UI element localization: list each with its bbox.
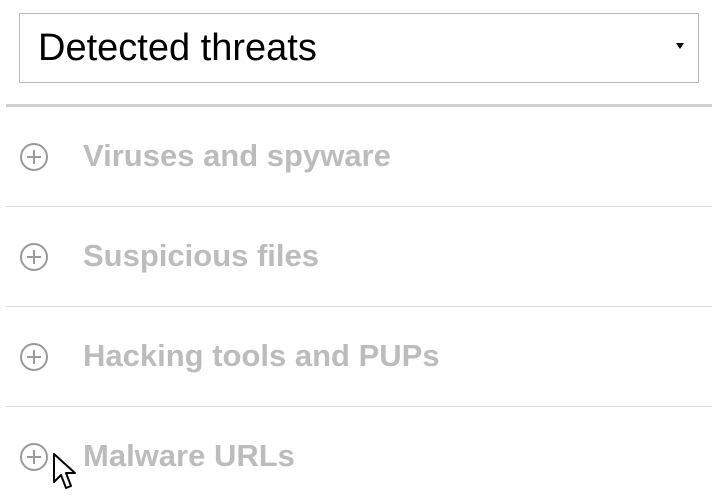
plus-circle-icon[interactable] — [19, 342, 49, 372]
threat-filter-dropdown[interactable]: Detected threats — [19, 13, 699, 83]
plus-circle-icon[interactable] — [19, 242, 49, 272]
threat-category-suspicious-files[interactable]: Suspicious files — [6, 207, 712, 307]
dropdown-selected-value: Detected threats — [38, 27, 317, 69]
threat-category-label: Suspicious files — [83, 238, 320, 273]
caret-down-icon — [676, 43, 684, 49]
threat-category-label: Hacking tools and PUPs — [83, 338, 440, 373]
threat-category-viruses-and-spyware[interactable]: Viruses and spyware — [6, 107, 712, 207]
threat-category-label: Viruses and spyware — [83, 138, 391, 173]
plus-circle-icon[interactable] — [19, 142, 49, 172]
threat-category-label: Malware URLs — [83, 438, 295, 473]
threat-category-list: Viruses and spyware Suspicious files Hac… — [0, 107, 712, 497]
plus-circle-icon[interactable] — [19, 442, 49, 472]
threat-category-hacking-tools-and-pups[interactable]: Hacking tools and PUPs — [6, 307, 712, 407]
page: Detected threats Viruses and spyware Sus… — [0, 0, 712, 497]
threat-category-malware-urls[interactable]: Malware URLs — [6, 407, 712, 497]
mouse-pointer-icon — [53, 453, 76, 489]
